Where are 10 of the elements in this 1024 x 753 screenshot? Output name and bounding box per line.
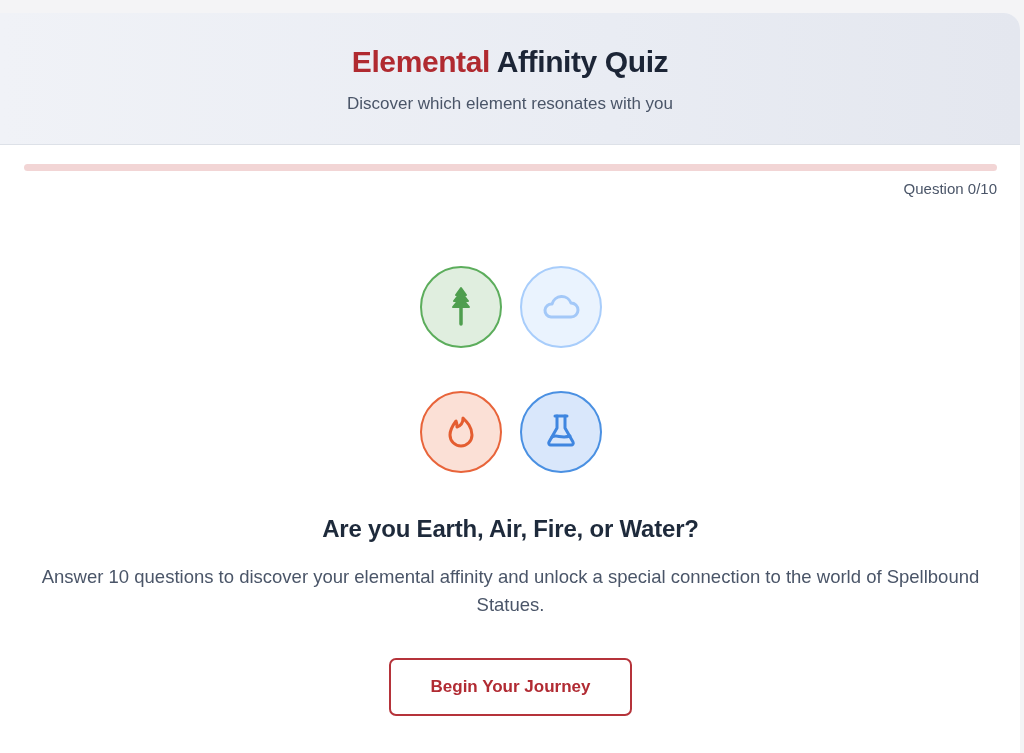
intro-heading: Are you Earth, Air, Fire, or Water?	[322, 514, 699, 544]
flame-icon	[419, 391, 502, 473]
tree-icon	[419, 266, 502, 348]
question-counter: Question 0/10	[903, 180, 997, 198]
cloud-icon	[519, 266, 602, 348]
quiz-title: Elemental Affinity Quiz	[351, 44, 669, 80]
quiz-subtitle: Discover which element resonates with you	[347, 93, 673, 115]
intro-text: Answer 10 questions to discover your elemental affinity and unlock a special connection to the world of Spellbound Statues.	[40, 565, 981, 617]
flask-icon	[519, 391, 602, 473]
begin-button[interactable]: Begin Your Journey	[389, 658, 632, 716]
